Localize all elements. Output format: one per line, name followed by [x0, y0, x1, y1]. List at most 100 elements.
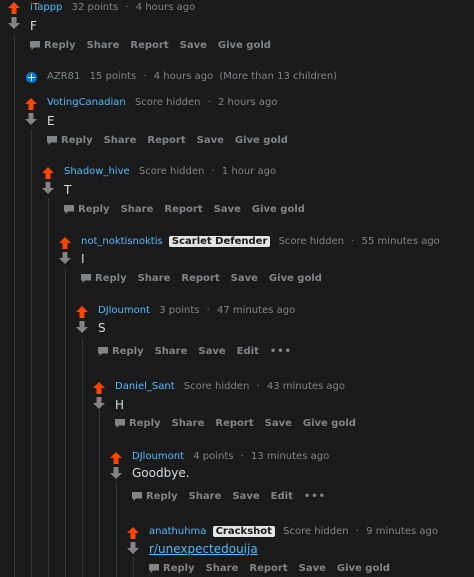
- give-gold-button[interactable]: Give gold: [252, 204, 305, 215]
- upvote-arrow-icon[interactable]: [8, 2, 20, 14]
- username[interactable]: DJloumont: [98, 305, 150, 316]
- timestamp[interactable]: 1 hour ago: [222, 166, 276, 177]
- thread-line[interactable]: [133, 557, 134, 577]
- username[interactable]: iTappp: [30, 2, 62, 13]
- more-options-button[interactable]: •••: [304, 491, 326, 502]
- give-gold-button[interactable]: Give gold: [235, 135, 288, 146]
- reply-button[interactable]: Reply: [64, 204, 110, 215]
- subreddit-link[interactable]: r/unexpectedouija: [149, 542, 258, 556]
- comment-actions: Reply Share Report Save Give gold: [81, 273, 333, 284]
- upvote-arrow-icon[interactable]: [25, 98, 37, 110]
- chat-bubble-icon: [81, 274, 91, 283]
- reply-button[interactable]: Reply: [98, 346, 144, 357]
- timestamp[interactable]: 13 minutes ago: [251, 451, 329, 462]
- downvote-arrow-icon[interactable]: [110, 467, 122, 479]
- upvote-arrow-icon[interactable]: [59, 237, 71, 249]
- give-gold-button[interactable]: Give gold: [269, 273, 322, 284]
- share-button[interactable]: Share: [87, 40, 120, 51]
- downvote-arrow-icon[interactable]: [8, 17, 20, 29]
- give-gold-button[interactable]: Give gold: [303, 418, 356, 429]
- share-button[interactable]: Share: [206, 563, 239, 574]
- downvote-arrow-icon[interactable]: [42, 182, 54, 194]
- share-button[interactable]: Share: [104, 135, 137, 146]
- timestamp[interactable]: 9 minutes ago: [366, 526, 438, 537]
- save-button[interactable]: Save: [231, 273, 258, 284]
- reply-button[interactable]: Reply: [149, 563, 195, 574]
- username[interactable]: AZR81: [47, 71, 80, 82]
- save-button[interactable]: Save: [265, 418, 292, 429]
- save-button[interactable]: Save: [197, 135, 224, 146]
- chat-bubble-icon: [47, 136, 57, 145]
- comment-actions: Reply Share Report Save Give gold: [115, 418, 367, 429]
- share-button[interactable]: Share: [138, 273, 171, 284]
- expand-icon[interactable]: [26, 72, 37, 83]
- comment-body: Goodbye.: [132, 466, 190, 480]
- edit-button[interactable]: Edit: [237, 346, 259, 357]
- username[interactable]: anathuhma: [149, 526, 206, 537]
- username[interactable]: DJloumont: [132, 451, 184, 462]
- reply-button[interactable]: Reply: [47, 135, 93, 146]
- username[interactable]: Shadow_hive: [64, 166, 130, 177]
- upvote-arrow-icon[interactable]: [110, 452, 122, 464]
- comment-actions: Reply Share Report Save Give gold: [64, 204, 316, 215]
- downvote-arrow-icon[interactable]: [76, 321, 88, 333]
- downvote-arrow-icon[interactable]: [25, 113, 37, 125]
- share-button[interactable]: Share: [172, 418, 205, 429]
- score: Score hidden: [278, 236, 345, 247]
- thread-line[interactable]: [99, 410, 100, 577]
- separator: ·: [206, 305, 210, 316]
- thread-line[interactable]: [116, 482, 117, 577]
- downvote-arrow-icon[interactable]: [93, 397, 105, 409]
- save-button[interactable]: Save: [198, 346, 225, 357]
- share-button[interactable]: Share: [121, 204, 154, 215]
- comment-meta: DJloumont 3 points · 47 minutes ago: [98, 305, 295, 316]
- timestamp[interactable]: 55 minutes ago: [362, 236, 440, 247]
- timestamp[interactable]: 43 minutes ago: [267, 381, 345, 392]
- share-button[interactable]: Share: [189, 491, 222, 502]
- timestamp[interactable]: 4 hours ago: [154, 71, 213, 82]
- thread-line[interactable]: [82, 338, 83, 577]
- give-gold-button[interactable]: Give gold: [218, 40, 271, 51]
- thread-line[interactable]: [65, 268, 66, 577]
- comment-body: F: [30, 19, 37, 33]
- report-button[interactable]: Report: [215, 418, 253, 429]
- upvote-arrow-icon[interactable]: [127, 527, 139, 539]
- comment-meta: AZR81 15 points · 4 hours ago (More than…: [47, 71, 337, 82]
- comment-meta: not_noktisnoktis Scarlet Defender Score …: [81, 236, 440, 247]
- report-button[interactable]: Report: [181, 273, 219, 284]
- reply-button[interactable]: Reply: [30, 40, 76, 51]
- comment-body: I: [81, 252, 85, 266]
- timestamp[interactable]: 2 hours ago: [218, 97, 277, 108]
- share-button[interactable]: Share: [155, 346, 188, 357]
- upvote-arrow-icon[interactable]: [76, 306, 88, 318]
- report-button[interactable]: Report: [249, 563, 287, 574]
- downvote-arrow-icon[interactable]: [127, 542, 139, 554]
- reply-button[interactable]: Reply: [81, 273, 127, 284]
- timestamp[interactable]: 4 hours ago: [136, 2, 195, 13]
- thread-line[interactable]: [48, 198, 49, 577]
- reply-button[interactable]: Reply: [115, 418, 161, 429]
- username[interactable]: not_noktisnoktis: [81, 236, 163, 247]
- reply-button[interactable]: Reply: [132, 491, 178, 502]
- report-button[interactable]: Report: [130, 40, 168, 51]
- save-button[interactable]: Save: [180, 40, 207, 51]
- username[interactable]: Daniel_Sant: [115, 381, 175, 392]
- upvote-arrow-icon[interactable]: [93, 382, 105, 394]
- upvote-arrow-icon[interactable]: [42, 167, 54, 179]
- save-button[interactable]: Save: [232, 491, 259, 502]
- comment-meta: iTappp 32 points · 4 hours ago: [30, 2, 195, 13]
- save-button[interactable]: Save: [299, 563, 326, 574]
- timestamp[interactable]: 47 minutes ago: [217, 305, 295, 316]
- comment-actions: Reply Share Report Save Give gold: [30, 40, 282, 51]
- username[interactable]: VotingCanadian: [47, 97, 126, 108]
- thread-line[interactable]: [14, 35, 15, 577]
- score: Score hidden: [134, 97, 201, 108]
- edit-button[interactable]: Edit: [271, 491, 293, 502]
- report-button[interactable]: Report: [164, 204, 202, 215]
- thread-line[interactable]: [31, 130, 32, 577]
- save-button[interactable]: Save: [214, 204, 241, 215]
- report-button[interactable]: Report: [147, 135, 185, 146]
- more-options-button[interactable]: •••: [270, 346, 292, 357]
- downvote-arrow-icon[interactable]: [59, 252, 71, 264]
- give-gold-button[interactable]: Give gold: [337, 563, 390, 574]
